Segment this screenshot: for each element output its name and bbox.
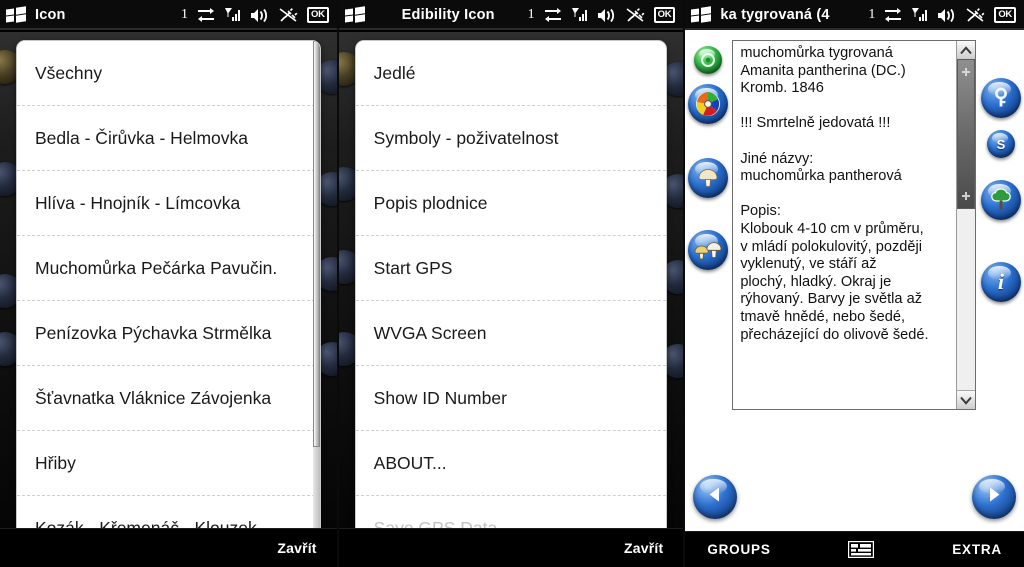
menu-item-about[interactable]: ABOUT... <box>355 430 667 495</box>
edibility-menu-card: Jedlé Symboly - poživatelnost Popis plod… <box>354 40 668 561</box>
panel-groups-menu: Icon 1 OK Všechny Bedla - Čirůvka - Helm… <box>0 0 337 567</box>
menu-item-popis-plodnice[interactable]: Popis plodnice <box>355 170 667 235</box>
windows-logo-icon <box>344 6 366 23</box>
panel-species-detail: ka tygrovaná (4 1 OK S i muchomůrka tygr… <box>683 0 1024 567</box>
mushroom-group-icon[interactable] <box>688 230 729 270</box>
mushroom-glyph <box>688 158 728 198</box>
color-palette-icon[interactable] <box>688 84 729 124</box>
screenshot-root: Icon 1 OK Všechny Bedla - Čirůvka - Helm… <box>0 0 1024 567</box>
ok-button[interactable]: OK <box>653 7 676 23</box>
key-glyph <box>981 78 1021 118</box>
windows-logo-icon <box>691 6 712 23</box>
arrow-left-icon <box>705 485 725 510</box>
softkey-bar-panel2: Zavřít <box>338 528 684 567</box>
palette-glyph <box>688 84 728 124</box>
ok-button[interactable]: OK <box>994 7 1016 23</box>
signal-strength-icon[interactable] <box>224 7 242 23</box>
close-softkey[interactable]: Zavřít <box>277 540 336 556</box>
titlebar-panel1: Icon 1 OK <box>0 0 337 30</box>
previous-button[interactable] <box>693 475 738 519</box>
sync-arrows-icon[interactable] <box>884 8 902 22</box>
menu-item-symboly[interactable]: Symboly - poživatelnost <box>355 105 667 170</box>
menu-item-start-gps[interactable]: Start GPS <box>355 235 667 300</box>
titlebar-divider <box>338 28 684 30</box>
power-plug-icon[interactable] <box>626 7 645 23</box>
species-description-box: muchomůrka tygrovaná Amanita pantherina … <box>732 40 976 410</box>
bottom-command-bar: GROUPS EXTRA <box>685 531 1024 567</box>
info-label: i <box>997 269 1005 294</box>
mushrooms-glyph <box>688 230 728 270</box>
status-icons: 1 OK <box>868 7 1018 23</box>
menu-item-wvga-screen[interactable]: WVGA Screen <box>355 300 667 365</box>
edibility-green-icon[interactable] <box>694 46 723 74</box>
scroll-down-arrow-icon[interactable] <box>956 390 975 409</box>
windows-logo-icon <box>6 6 27 23</box>
info-icon[interactable]: i <box>980 262 1021 302</box>
arrow-right-icon <box>984 485 1004 510</box>
menu-item-bedla[interactable]: Bedla - Čirůvka - Helmovka <box>17 105 320 170</box>
sync-arrows-icon[interactable] <box>544 8 562 22</box>
tree-icon[interactable] <box>980 180 1021 220</box>
thumb-grip-icon <box>961 68 970 76</box>
menu-item-jedle[interactable]: Jedlé <box>355 41 667 105</box>
groups-button[interactable]: GROUPS <box>707 542 770 557</box>
menu-item-show-id-number[interactable]: Show ID Number <box>355 365 667 430</box>
ring-glyph <box>694 46 722 74</box>
spores-label: S <box>996 136 1006 152</box>
titlebar-panel3: ka tygrovaná (4 1 OK <box>685 0 1024 30</box>
mushroom-single-icon[interactable] <box>688 158 729 198</box>
window-title: Icon <box>35 7 66 23</box>
menu-scrollbar-thumb[interactable] <box>312 41 320 447</box>
volume-speaker-icon[interactable] <box>251 8 270 23</box>
signal-strength-icon[interactable] <box>911 7 929 23</box>
menu-item-muchomurka[interactable]: Muchomůrka Pečárka Pavučin. <box>17 235 320 300</box>
panel-edibility-menu: Edibility Icon 1 OK Jedlé Symboly - poži… <box>336 0 684 567</box>
thumb-grip-icon <box>961 192 970 200</box>
tree-glyph <box>981 180 1021 220</box>
power-plug-icon[interactable] <box>966 7 985 23</box>
titlebar-divider <box>685 28 1024 30</box>
menu-item-hliva[interactable]: Hlíva - Hnojník - Límcovka <box>17 170 320 235</box>
titlebar-divider <box>0 28 337 30</box>
key-icon[interactable] <box>980 78 1021 118</box>
window-title: Edibility Icon <box>401 7 495 23</box>
softkey-bar-panel1: Zavřít <box>0 528 337 567</box>
menu-item-stavnatka[interactable]: Šťavnatka Vláknice Závojenka <box>17 365 320 430</box>
scroll-up-arrow-icon[interactable] <box>956 41 975 60</box>
groups-menu-card: Všechny Bedla - Čirůvka - Helmovka Hlíva… <box>16 40 321 561</box>
right-icon-column: S i <box>978 40 1024 302</box>
next-button[interactable] <box>971 475 1016 519</box>
power-plug-icon[interactable] <box>279 7 298 23</box>
status-icons: 1 OK <box>181 7 331 23</box>
menu-item-penizovka[interactable]: Penízovka Pýchavka Strmělka <box>17 300 320 365</box>
status-icons: 1 OK <box>528 7 678 23</box>
status-number: 1 <box>181 7 189 22</box>
titlebar-panel2: Edibility Icon 1 OK <box>338 0 684 30</box>
menu-scrollbar[interactable] <box>312 41 320 561</box>
close-softkey[interactable]: Zavřít <box>624 540 683 556</box>
volume-speaker-icon[interactable] <box>938 8 957 23</box>
ok-button[interactable]: OK <box>307 7 329 23</box>
window-title: ka tygrovaná (4 <box>720 7 830 23</box>
sync-arrows-icon[interactable] <box>197 8 215 22</box>
status-number: 1 <box>868 7 876 22</box>
volume-speaker-icon[interactable] <box>597 8 617 23</box>
menu-item-hriby[interactable]: Hřiby <box>17 430 320 495</box>
species-description-text: muchomůrka tygrovaná Amanita pantherina … <box>740 45 929 343</box>
description-scrollbar-thumb[interactable] <box>956 59 975 209</box>
spores-icon[interactable]: S <box>986 130 1015 158</box>
menu-item-vsechny[interactable]: Všechny <box>17 41 320 105</box>
extra-button[interactable]: EXTRA <box>952 542 1002 557</box>
description-scrollbar[interactable] <box>955 41 975 409</box>
status-number: 1 <box>527 7 535 22</box>
species-detail-body: S i muchomůrka tygrovaná Amanita panther… <box>685 32 1024 531</box>
keyboard-icon[interactable] <box>848 540 875 559</box>
signal-strength-icon[interactable] <box>571 7 589 23</box>
left-icon-column <box>685 40 731 270</box>
